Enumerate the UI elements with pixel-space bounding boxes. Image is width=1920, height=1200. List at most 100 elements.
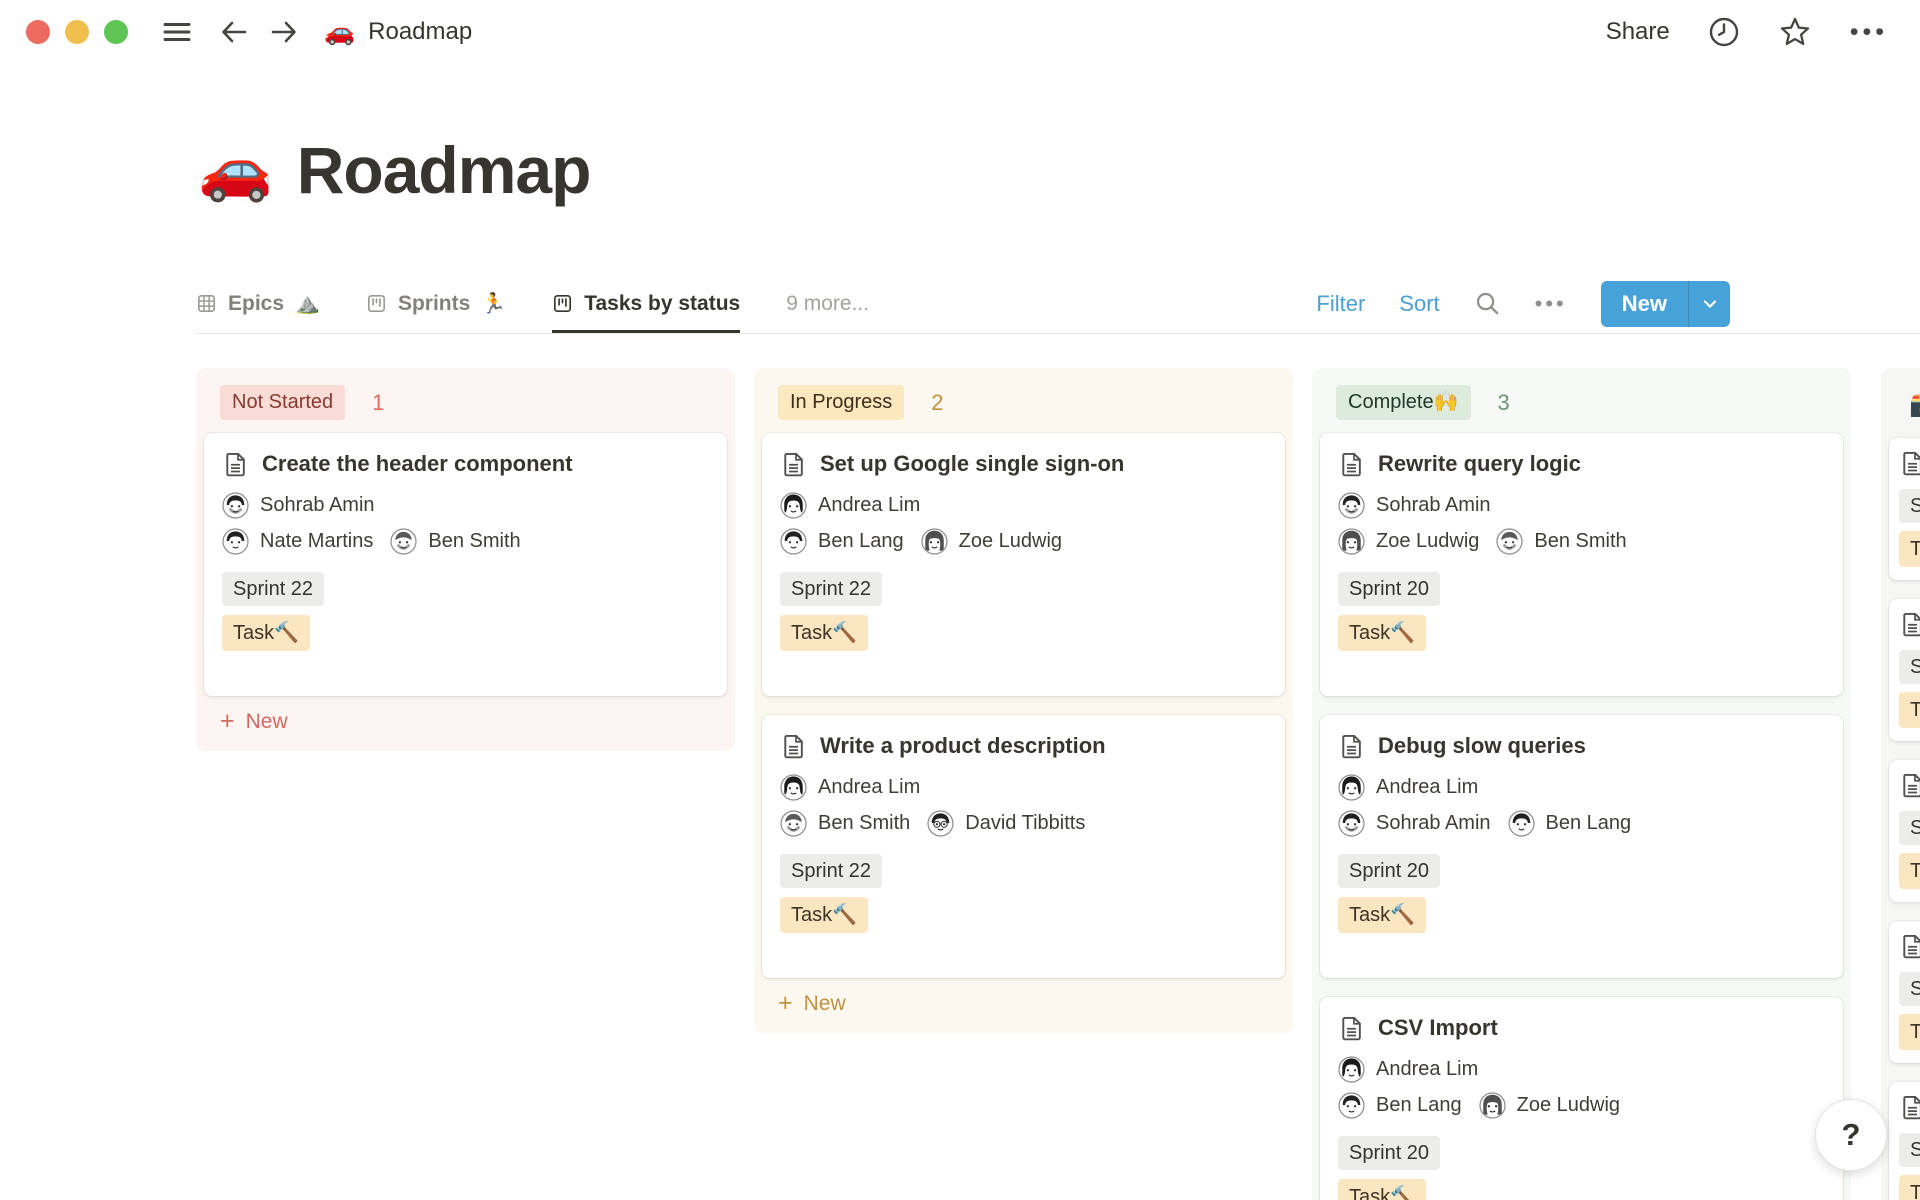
tab-epics[interactable]: Epics ⛰️: [196, 274, 320, 333]
card-title: CSV Import: [1378, 1014, 1498, 1043]
card-title-row: Set up Google single sign-on: [780, 450, 1267, 479]
card-title-row: Write a product description: [780, 732, 1267, 761]
sprint-badge-row: Sprint 20: [1338, 555, 1825, 606]
page-icon: [1338, 451, 1365, 478]
task-card[interactable]: CSV ImportAndrea LimBen LangZoe LudwigSp…: [1320, 997, 1843, 1200]
board-column: Not Started1Create the header componentS…: [196, 368, 735, 751]
person-chip: Andrea Lim: [780, 492, 920, 519]
task-card[interactable]: Create the header component Sohrab Amin Na…: [204, 433, 727, 696]
card-title-row: [1899, 611, 1920, 638]
view-options-icon[interactable]: •••: [1535, 291, 1567, 317]
sprint-badge: Sprint: [1899, 650, 1920, 684]
person-name: Zoe Ludwig: [1517, 1094, 1620, 1117]
page-icon: [222, 451, 249, 478]
minimize-window-button[interactable]: [65, 20, 89, 44]
add-card-button[interactable]: +New: [204, 696, 727, 743]
filter-button[interactable]: Filter: [1316, 291, 1365, 317]
view-tabs-bar: Epics ⛰️ Sprints 🏃 Tasks by status 9 mor…: [196, 274, 1920, 334]
status-badge[interactable]: 🗃️: [1905, 385, 1920, 425]
page-title: Roadmap: [297, 132, 591, 208]
column-header: In Progress2: [762, 376, 1285, 433]
person-name: Sohrab Amin: [260, 494, 375, 517]
column-header: Complete🙌 3: [1320, 376, 1843, 433]
plus-icon: +: [220, 709, 235, 734]
person-chip: Andrea Lim: [780, 774, 920, 801]
new-button-label[interactable]: New: [1601, 281, 1688, 327]
status-badge[interactable]: Complete🙌: [1336, 385, 1471, 420]
back-icon[interactable]: [220, 19, 248, 45]
person-chip: Nate Martins: [222, 528, 373, 555]
avatar: [1496, 528, 1523, 555]
avatar: [1508, 810, 1535, 837]
sprint-badge: Sprint: [1899, 489, 1920, 523]
mountain-emoji: ⛰️: [295, 291, 320, 316]
avatar: [1338, 492, 1365, 519]
page-icon: [780, 451, 807, 478]
clock-history-icon[interactable]: [1708, 16, 1740, 48]
more-tabs-button[interactable]: 9 more...: [786, 274, 869, 333]
sidebar-toggle-icon[interactable]: [162, 20, 192, 44]
task-card[interactable]: Rewrite query logicSohrab AminZoe Ludwig…: [1320, 433, 1843, 696]
card-title-row: Debug slow queries: [1338, 732, 1825, 761]
page-emoji[interactable]: 🚗: [198, 140, 273, 200]
assignees-row: Andrea Lim: [780, 774, 1267, 801]
task-badge-row: Task: [1899, 684, 1920, 728]
assignees-row: Ben SmithDavid Tibbitts: [780, 810, 1267, 837]
help-button[interactable]: ?: [1815, 1099, 1887, 1171]
window-title: Roadmap: [368, 18, 472, 46]
person-chip: Sohrab Amin: [1338, 492, 1491, 519]
task-card[interactable]: Sprint Task: [1889, 760, 1920, 902]
board-column: In Progress2Set up Google single sign-on…: [754, 368, 1293, 1033]
share-button[interactable]: Share: [1606, 18, 1670, 46]
task-card[interactable]: Sprint Task: [1889, 599, 1920, 741]
avatar: [1338, 1056, 1365, 1083]
chevron-down-icon[interactable]: [1688, 281, 1730, 327]
sort-button[interactable]: Sort: [1399, 291, 1439, 317]
task-card[interactable]: SprintTask: [1889, 438, 1920, 580]
column-count: 3: [1498, 390, 1510, 416]
close-window-button[interactable]: [26, 20, 50, 44]
search-icon[interactable]: [1474, 290, 1501, 317]
new-button[interactable]: New: [1601, 281, 1730, 327]
card-title-row: [1899, 1094, 1920, 1121]
avatar: [222, 528, 249, 555]
sprint-badge: Sprint 22: [780, 572, 882, 606]
task-badge-row: Task: [1899, 845, 1920, 889]
more-options-icon[interactable]: •••: [1850, 20, 1888, 45]
person-chip: Zoe Ludwig: [1338, 528, 1479, 555]
card-title: Create the header component: [262, 450, 573, 479]
tab-sprints[interactable]: Sprints 🏃: [366, 274, 506, 333]
person-chip: Zoe Ludwig: [1479, 1092, 1620, 1119]
star-favorite-icon[interactable]: [1778, 15, 1812, 49]
add-card-button[interactable]: +New: [762, 978, 1285, 1025]
page-emoji-small: 🚗: [324, 20, 355, 45]
zoom-window-button[interactable]: [104, 20, 128, 44]
person-chip: Zoe Ludwig: [921, 528, 1062, 555]
task-card[interactable]: Set up Google single sign-on Andrea Lim Be…: [762, 433, 1285, 696]
task-badge-row: Task: [1899, 1167, 1920, 1200]
sprint-badge-row: Sprint: [1899, 799, 1920, 845]
task-card[interactable]: Write a product description Andrea Lim Ben…: [762, 715, 1285, 978]
person-name: Nate Martins: [260, 530, 373, 553]
avatar: [222, 492, 249, 519]
page-icon: [1899, 450, 1920, 477]
task-card[interactable]: Debug slow queriesAndrea LimSohrab AminB…: [1320, 715, 1843, 978]
forward-icon[interactable]: [270, 19, 298, 45]
card-title: Write a product description: [820, 732, 1106, 761]
board-icon: [552, 293, 573, 314]
status-badge[interactable]: Not Started: [220, 385, 345, 420]
assignees-row: Andrea Lim: [1338, 774, 1825, 801]
status-badge[interactable]: In Progress: [778, 385, 904, 420]
column-cards: Set up Google single sign-on Andrea Lim Be…: [762, 433, 1285, 978]
person-name: Andrea Lim: [1376, 776, 1478, 799]
avatar: [1338, 528, 1365, 555]
task-type-badge: Task: [1899, 853, 1920, 889]
window-titlebar: 🚗 Roadmap Share •••: [0, 0, 1920, 64]
task-card[interactable]: SprintTask: [1889, 921, 1920, 1063]
task-card[interactable]: SprintTask: [1889, 1082, 1920, 1200]
sprint-badge-row: Sprint: [1899, 1121, 1920, 1167]
person-name: Ben Smith: [818, 812, 910, 835]
assignees-row: Ben LangZoe Ludwig: [780, 528, 1267, 555]
tab-tasks-by-status[interactable]: Tasks by status: [552, 274, 740, 333]
task-type-badge: Task: [1899, 692, 1920, 728]
